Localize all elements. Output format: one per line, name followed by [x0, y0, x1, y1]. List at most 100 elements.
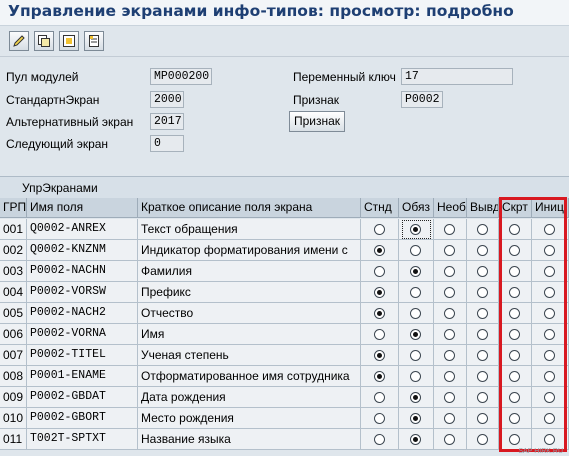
row-field-name-cell: P0002-NACH2	[27, 303, 138, 324]
radio-initial[interactable]	[544, 434, 555, 445]
row-radio-cell	[532, 282, 569, 303]
row-radio-cell	[467, 240, 499, 261]
radio-optional[interactable]	[444, 434, 455, 445]
radio-mandatory[interactable]	[410, 245, 421, 256]
radio-mandatory[interactable]	[410, 266, 421, 277]
column-header-col-hidden[interactable]: Скрт	[499, 198, 532, 218]
radio-standard[interactable]	[374, 392, 385, 403]
radio-display[interactable]	[477, 329, 488, 340]
row-radio-cell	[499, 345, 532, 366]
radio-hidden[interactable]	[509, 308, 520, 319]
row-field-name-cell: P0002-GBDAT	[27, 387, 138, 408]
radio-initial[interactable]	[544, 224, 555, 235]
radio-hidden[interactable]	[509, 371, 520, 382]
radio-standard[interactable]	[374, 413, 385, 424]
radio-initial[interactable]	[544, 392, 555, 403]
radio-display[interactable]	[477, 224, 488, 235]
row-radio-cell	[399, 324, 434, 345]
radio-initial[interactable]	[544, 245, 555, 256]
next-screen-field[interactable]: 0	[150, 135, 184, 152]
variable-key-field[interactable]: 17	[401, 68, 513, 85]
radio-optional[interactable]	[444, 371, 455, 382]
radio-hidden[interactable]	[509, 266, 520, 277]
radio-initial[interactable]	[544, 413, 555, 424]
radio-standard[interactable]	[374, 224, 385, 235]
radio-optional[interactable]	[444, 266, 455, 277]
radio-standard[interactable]	[374, 434, 385, 445]
radio-hidden[interactable]	[509, 329, 520, 340]
radio-optional[interactable]	[444, 308, 455, 319]
column-header-col-description[interactable]: Краткое описание поля экрана	[138, 198, 361, 218]
module-pool-field[interactable]: MP000200	[150, 68, 212, 85]
radio-hidden[interactable]	[509, 245, 520, 256]
column-header-col-grp[interactable]: ГРП	[0, 198, 27, 218]
radio-hidden[interactable]	[509, 434, 520, 445]
radio-standard[interactable]	[374, 287, 385, 298]
radio-initial[interactable]	[544, 350, 555, 361]
row-radio-cell	[467, 408, 499, 429]
row-radio-cell	[434, 429, 467, 450]
edit-pencil-icon[interactable]	[9, 31, 29, 51]
radio-display[interactable]	[477, 245, 488, 256]
feature-button[interactable]: Признак	[289, 111, 345, 132]
radio-initial[interactable]	[544, 287, 555, 298]
row-radio-cell	[434, 408, 467, 429]
feature-field[interactable]: P0002	[401, 91, 443, 108]
radio-standard[interactable]	[374, 371, 385, 382]
row-radio-cell	[434, 240, 467, 261]
radio-mandatory[interactable]	[410, 413, 421, 424]
radio-display[interactable]	[477, 308, 488, 319]
radio-optional[interactable]	[444, 350, 455, 361]
radio-standard[interactable]	[374, 350, 385, 361]
radio-optional[interactable]	[444, 287, 455, 298]
row-grp-cell: 007	[0, 345, 27, 366]
radio-mandatory[interactable]	[410, 371, 421, 382]
radio-display[interactable]	[477, 350, 488, 361]
column-header-col-mandatory[interactable]: Обяз	[399, 198, 434, 218]
radio-hidden[interactable]	[509, 287, 520, 298]
standard-screen-label: СтандартнЭкран	[6, 93, 100, 107]
row-radio-cell	[532, 345, 569, 366]
radio-display[interactable]	[477, 413, 488, 424]
radio-optional[interactable]	[444, 224, 455, 235]
row-grp-cell: 001	[0, 219, 27, 240]
radio-standard[interactable]	[374, 266, 385, 277]
copy-icon[interactable]	[34, 31, 54, 51]
radio-optional[interactable]	[444, 245, 455, 256]
standard-screen-field[interactable]: 2000	[150, 91, 184, 108]
column-header-col-standard[interactable]: Стнд	[361, 198, 399, 218]
row-radio-cell	[434, 387, 467, 408]
radio-standard[interactable]	[374, 245, 385, 256]
radio-hidden[interactable]	[509, 350, 520, 361]
radio-hidden[interactable]	[509, 413, 520, 424]
radio-mandatory[interactable]	[410, 350, 421, 361]
radio-display[interactable]	[477, 392, 488, 403]
radio-optional[interactable]	[444, 392, 455, 403]
radio-mandatory[interactable]	[410, 434, 421, 445]
alt-screen-field[interactable]: 2017	[150, 113, 184, 130]
display-icon[interactable]	[59, 31, 79, 51]
radio-hidden[interactable]	[509, 224, 520, 235]
radio-standard[interactable]	[374, 329, 385, 340]
column-header-col-field-name[interactable]: Имя поля	[27, 198, 138, 218]
radio-optional[interactable]	[444, 413, 455, 424]
radio-mandatory[interactable]	[410, 287, 421, 298]
radio-mandatory[interactable]	[410, 329, 421, 340]
radio-initial[interactable]	[544, 371, 555, 382]
radio-initial[interactable]	[544, 308, 555, 319]
radio-mandatory[interactable]	[410, 308, 421, 319]
column-header-col-optional[interactable]: Необ	[434, 198, 467, 218]
radio-optional[interactable]	[444, 329, 455, 340]
radio-display[interactable]	[477, 266, 488, 277]
radio-display[interactable]	[477, 287, 488, 298]
radio-initial[interactable]	[544, 329, 555, 340]
column-header-col-display[interactable]: Вывд	[467, 198, 499, 218]
document-icon[interactable]	[84, 31, 104, 51]
radio-hidden[interactable]	[509, 392, 520, 403]
radio-standard[interactable]	[374, 308, 385, 319]
column-header-col-initial[interactable]: Иниц	[532, 198, 569, 218]
radio-mandatory[interactable]	[410, 392, 421, 403]
radio-display[interactable]	[477, 434, 488, 445]
radio-display[interactable]	[477, 371, 488, 382]
radio-initial[interactable]	[544, 266, 555, 277]
